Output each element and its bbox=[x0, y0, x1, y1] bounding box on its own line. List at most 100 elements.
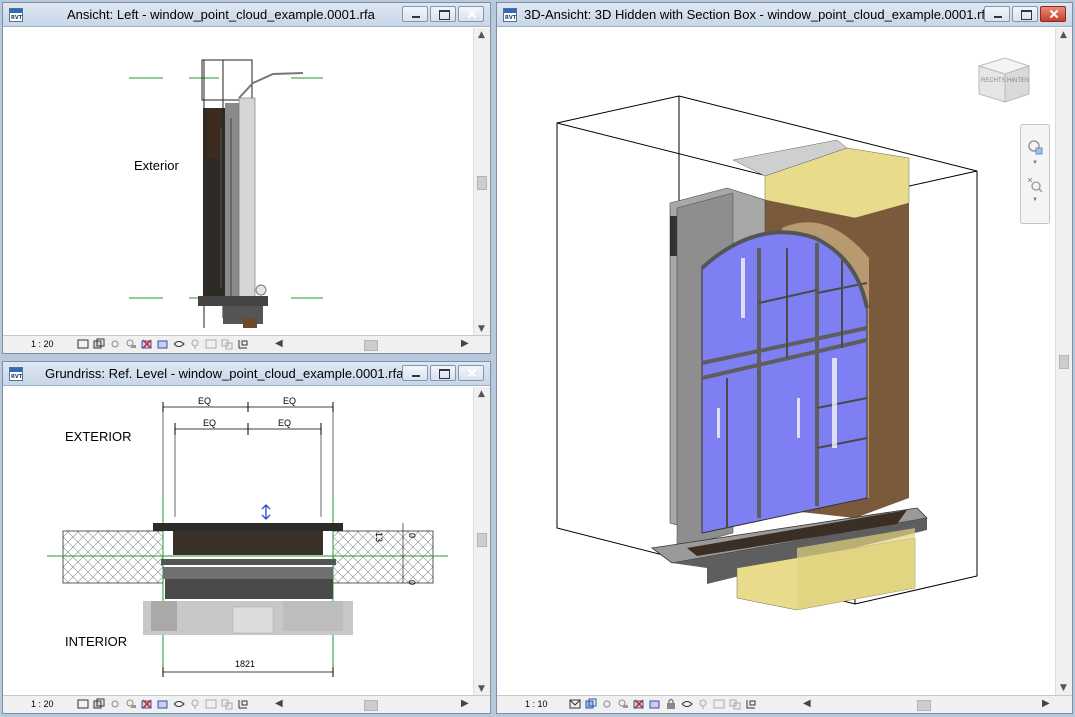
highlight-displacement-icon[interactable] bbox=[745, 698, 757, 710]
exterior-label: EXTERIOR bbox=[65, 429, 131, 444]
floor-plan-window: RVT Grundriss: Ref. Level - window_point… bbox=[2, 361, 491, 714]
dimension-value: 13 bbox=[374, 532, 384, 542]
close-button[interactable] bbox=[1040, 6, 1066, 22]
scroll-right-arrow-icon[interactable]: ▶ bbox=[461, 698, 469, 709]
highlight-displacement-icon[interactable] bbox=[237, 698, 249, 710]
eq-label: EQ bbox=[203, 418, 216, 428]
scroll-right-arrow-icon[interactable]: ▶ bbox=[1042, 698, 1050, 709]
maximize-button[interactable] bbox=[430, 365, 456, 381]
3d-view-titlebar[interactable]: RVT 3D-Ansicht: 3D Hidden with Section B… bbox=[497, 3, 1072, 27]
visual-style-icon[interactable] bbox=[93, 338, 105, 350]
view-control-bar: 1 : 20 ◀ ▶ bbox=[3, 335, 490, 353]
scroll-right-arrow-icon[interactable]: ▶ bbox=[461, 338, 469, 349]
width-dimension: 1821 bbox=[235, 659, 255, 669]
visual-style-icon[interactable] bbox=[585, 698, 597, 710]
navigation-bar: ▼ ▼ bbox=[1020, 124, 1050, 224]
left-elevation-titlebar[interactable]: RVT Ansicht: Left - window_point_cloud_e… bbox=[3, 3, 490, 27]
vertical-scrollbar[interactable]: ▲ ▼ bbox=[473, 387, 490, 696]
eq-label: EQ bbox=[283, 396, 296, 406]
view-control-bar: 1 : 10 ◀ ▶ bbox=[497, 695, 1072, 713]
scroll-up-arrow-icon[interactable]: ▲ bbox=[478, 30, 485, 40]
show-crop-region-icon[interactable] bbox=[157, 338, 169, 350]
maximize-button[interactable] bbox=[1012, 6, 1038, 22]
3d-view-canvas[interactable]: RECHTS HINTEN ▼ ▼ bbox=[497, 28, 1055, 695]
minimize-button[interactable] bbox=[984, 6, 1010, 22]
temporary-view-properties-icon[interactable] bbox=[205, 338, 217, 350]
temporary-view-properties-icon[interactable] bbox=[205, 698, 217, 710]
steering-wheel-icon[interactable] bbox=[1027, 139, 1043, 155]
temporary-hide-icon[interactable] bbox=[681, 698, 693, 710]
analytical-model-icon[interactable] bbox=[221, 338, 233, 350]
minimize-button[interactable] bbox=[402, 365, 428, 381]
minimize-button[interactable] bbox=[402, 6, 428, 22]
dropdown-arrow-icon[interactable]: ▼ bbox=[1032, 160, 1038, 166]
scroll-thumb[interactable] bbox=[477, 176, 487, 190]
floor-plan-titlebar[interactable]: RVT Grundriss: Ref. Level - window_point… bbox=[3, 362, 490, 386]
sun-path-icon[interactable] bbox=[601, 698, 613, 710]
analytical-model-icon[interactable] bbox=[221, 698, 233, 710]
reveal-hidden-icon[interactable] bbox=[189, 698, 201, 710]
detail-level-icon[interactable] bbox=[569, 698, 581, 710]
view-scale[interactable]: 1 : 20 bbox=[31, 339, 54, 349]
sun-path-icon[interactable] bbox=[109, 698, 121, 710]
reveal-hidden-icon[interactable] bbox=[697, 698, 709, 710]
scroll-down-arrow-icon[interactable]: ▼ bbox=[478, 324, 485, 334]
revit-document-icon: RVT bbox=[503, 8, 517, 22]
dimension-value: 0 bbox=[407, 533, 417, 538]
detail-level-icon[interactable] bbox=[77, 338, 89, 350]
horizontal-scroll-thumb[interactable] bbox=[917, 700, 931, 711]
scroll-left-arrow-icon[interactable]: ◀ bbox=[803, 698, 811, 709]
crop-view-icon[interactable] bbox=[141, 698, 153, 710]
show-crop-region-icon[interactable] bbox=[157, 698, 169, 710]
floor-plan-title: Grundriss: Ref. Level - window_point_clo… bbox=[45, 366, 404, 381]
maximize-button[interactable] bbox=[430, 6, 456, 22]
scroll-thumb[interactable] bbox=[1059, 355, 1069, 369]
3d-view-window: RVT 3D-Ansicht: 3D Hidden with Section B… bbox=[496, 2, 1073, 714]
close-button[interactable] bbox=[458, 6, 484, 22]
zoom-icon[interactable] bbox=[1027, 177, 1043, 193]
3d-model-drawing bbox=[556, 95, 978, 611]
crop-view-icon[interactable] bbox=[633, 698, 645, 710]
crop-view-icon[interactable] bbox=[141, 338, 153, 350]
detail-level-icon[interactable] bbox=[77, 698, 89, 710]
highlight-displacement-icon[interactable] bbox=[237, 338, 249, 350]
scroll-left-arrow-icon[interactable]: ◀ bbox=[275, 338, 283, 349]
left-elevation-window: RVT Ansicht: Left - window_point_cloud_e… bbox=[2, 2, 491, 354]
view-scale[interactable]: 1 : 10 bbox=[525, 699, 548, 709]
scroll-thumb[interactable] bbox=[477, 533, 487, 547]
3d-view-title: 3D-Ansicht: 3D Hidden with Section Box -… bbox=[524, 7, 993, 22]
scroll-down-arrow-icon[interactable]: ▼ bbox=[1060, 683, 1067, 693]
lock-3d-view-icon[interactable] bbox=[665, 698, 677, 710]
viewcube-face-left: RECHTS bbox=[981, 78, 1006, 84]
eq-label: EQ bbox=[278, 418, 291, 428]
view-cube[interactable]: RECHTS HINTEN bbox=[975, 52, 1033, 106]
floor-plan-drawing: EQ EQ EQ EQ EXTERIOR 13 0 0 1821 INTERIO… bbox=[47, 396, 448, 677]
scroll-left-arrow-icon[interactable]: ◀ bbox=[275, 698, 283, 709]
dropdown-arrow-icon[interactable]: ▼ bbox=[1032, 197, 1038, 203]
vertical-scrollbar[interactable]: ▲ ▼ bbox=[1055, 28, 1072, 695]
left-elevation-canvas[interactable]: Exterior bbox=[3, 28, 473, 336]
scroll-down-arrow-icon[interactable]: ▼ bbox=[478, 684, 485, 694]
visual-style-icon[interactable] bbox=[93, 698, 105, 710]
view-scale[interactable]: 1 : 20 bbox=[31, 699, 54, 709]
shadows-icon[interactable] bbox=[125, 338, 137, 350]
left-elevation-title: Ansicht: Left - window_point_cloud_examp… bbox=[67, 7, 375, 22]
shadows-icon[interactable] bbox=[617, 698, 629, 710]
reveal-hidden-icon[interactable] bbox=[189, 338, 201, 350]
elevation-drawing: Exterior bbox=[129, 59, 323, 328]
scroll-up-arrow-icon[interactable]: ▲ bbox=[1060, 30, 1067, 40]
close-button[interactable] bbox=[458, 365, 484, 381]
scroll-up-arrow-icon[interactable]: ▲ bbox=[478, 389, 485, 399]
analytical-model-icon[interactable] bbox=[729, 698, 741, 710]
floor-plan-canvas[interactable]: EQ EQ EQ EQ EXTERIOR 13 0 0 1821 INTERIO… bbox=[3, 387, 473, 696]
show-crop-region-icon[interactable] bbox=[649, 698, 661, 710]
temporary-view-properties-icon[interactable] bbox=[713, 698, 725, 710]
shadows-icon[interactable] bbox=[125, 698, 137, 710]
horizontal-scroll-thumb[interactable] bbox=[364, 340, 378, 351]
viewcube-face-right: HINTEN bbox=[1007, 78, 1029, 84]
sun-path-icon[interactable] bbox=[109, 338, 121, 350]
horizontal-scroll-thumb[interactable] bbox=[364, 700, 378, 711]
temporary-hide-icon[interactable] bbox=[173, 698, 185, 710]
vertical-scrollbar[interactable]: ▲ ▼ bbox=[473, 28, 490, 336]
temporary-hide-icon[interactable] bbox=[173, 338, 185, 350]
